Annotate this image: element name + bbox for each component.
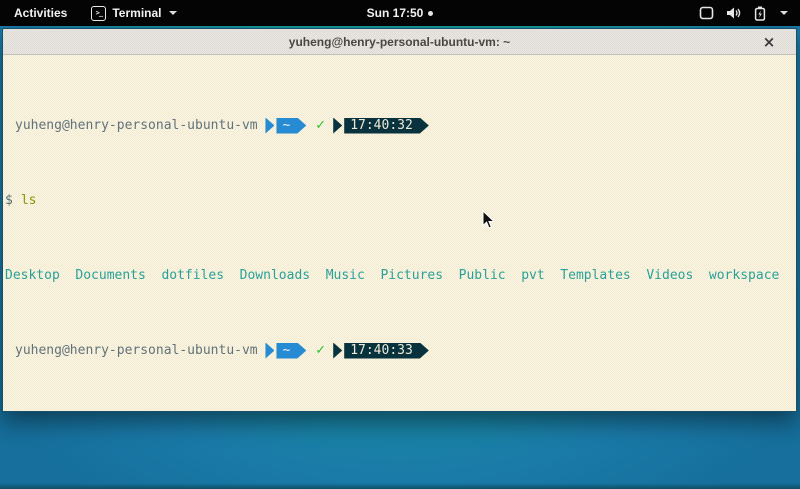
notification-dot-icon xyxy=(428,11,433,16)
app-menu-label: Terminal xyxy=(112,6,161,20)
directory-entry: Downloads xyxy=(240,268,310,283)
prompt-time-segment: 17:40:32 xyxy=(333,118,429,134)
command-text: ls xyxy=(21,193,37,208)
chevron-down-icon xyxy=(780,11,788,15)
prompt-path-segment: ~ xyxy=(265,343,306,359)
prompt-line: yuheng@henry-personal-ubuntu-vm ~ ✓ 17:4… xyxy=(5,118,794,133)
activities-button[interactable]: Activities xyxy=(0,0,81,26)
powerline-arrow-icon xyxy=(265,118,274,134)
ls-output-line: Desktop Documents dotfiles Downloads Music Pi… xyxy=(5,268,794,283)
clock-button[interactable]: Sun 17:50 xyxy=(367,6,434,20)
powerline-arrow-icon xyxy=(333,118,342,134)
directory-entry: workspace xyxy=(709,268,779,283)
directory-entry: Public xyxy=(459,268,506,283)
prompt-time-segment: 17:40:33 xyxy=(333,343,429,359)
directory-entry: Templates xyxy=(560,268,630,283)
prompt-symbol: $ xyxy=(5,193,13,208)
clock-label: Sun 17:50 xyxy=(367,6,424,20)
battery-charging-icon xyxy=(754,6,766,21)
status-check-icon: ✓ xyxy=(315,343,326,358)
app-menu-terminal[interactable]: >_ Terminal xyxy=(81,0,187,26)
directory-entry: Desktop xyxy=(5,268,60,283)
window-title: yuheng@henry-personal-ubuntu-vm: ~ xyxy=(289,35,510,49)
powerline-arrow-icon xyxy=(265,343,274,359)
terminal-content[interactable]: yuheng@henry-personal-ubuntu-vm ~ ✓ 17:4… xyxy=(3,55,796,412)
prompt-path: ~ xyxy=(276,343,306,359)
directory-entry: Videos xyxy=(646,268,693,283)
prompt-user-host: yuheng@henry-personal-ubuntu-vm xyxy=(5,118,258,133)
prompt-user-host: yuheng@henry-personal-ubuntu-vm xyxy=(5,343,258,358)
directory-entry: Music xyxy=(326,268,365,283)
prompt-time: 17:40:32 xyxy=(344,118,429,134)
prompt-path: ~ xyxy=(276,118,306,134)
directory-entry: pvt xyxy=(521,268,544,283)
powerline-arrow-icon xyxy=(333,343,342,359)
command-line: $ ls xyxy=(5,193,794,208)
terminal-icon: >_ xyxy=(91,6,106,21)
prompt-path-segment: ~ xyxy=(265,118,306,134)
directory-entry: Documents xyxy=(75,268,145,283)
gnome-top-bar: Activities >_ Terminal Sun 17:50 xyxy=(0,0,800,26)
prompt-time: 17:40:33 xyxy=(344,343,429,359)
chevron-down-icon xyxy=(169,11,177,15)
directory-entry: dotfiles xyxy=(161,268,224,283)
directory-entry: Pictures xyxy=(380,268,443,283)
display-icon xyxy=(699,6,714,20)
window-titlebar[interactable]: yuheng@henry-personal-ubuntu-vm: ~ × xyxy=(3,29,796,55)
status-check-icon: ✓ xyxy=(315,118,326,133)
terminal-window: yuheng@henry-personal-ubuntu-vm: ~ × yuh… xyxy=(2,28,797,412)
volume-icon xyxy=(726,6,742,20)
prompt-line: yuheng@henry-personal-ubuntu-vm ~ ✓ 17:4… xyxy=(5,343,794,358)
close-button[interactable]: × xyxy=(758,29,780,54)
system-status-area[interactable] xyxy=(687,0,800,26)
